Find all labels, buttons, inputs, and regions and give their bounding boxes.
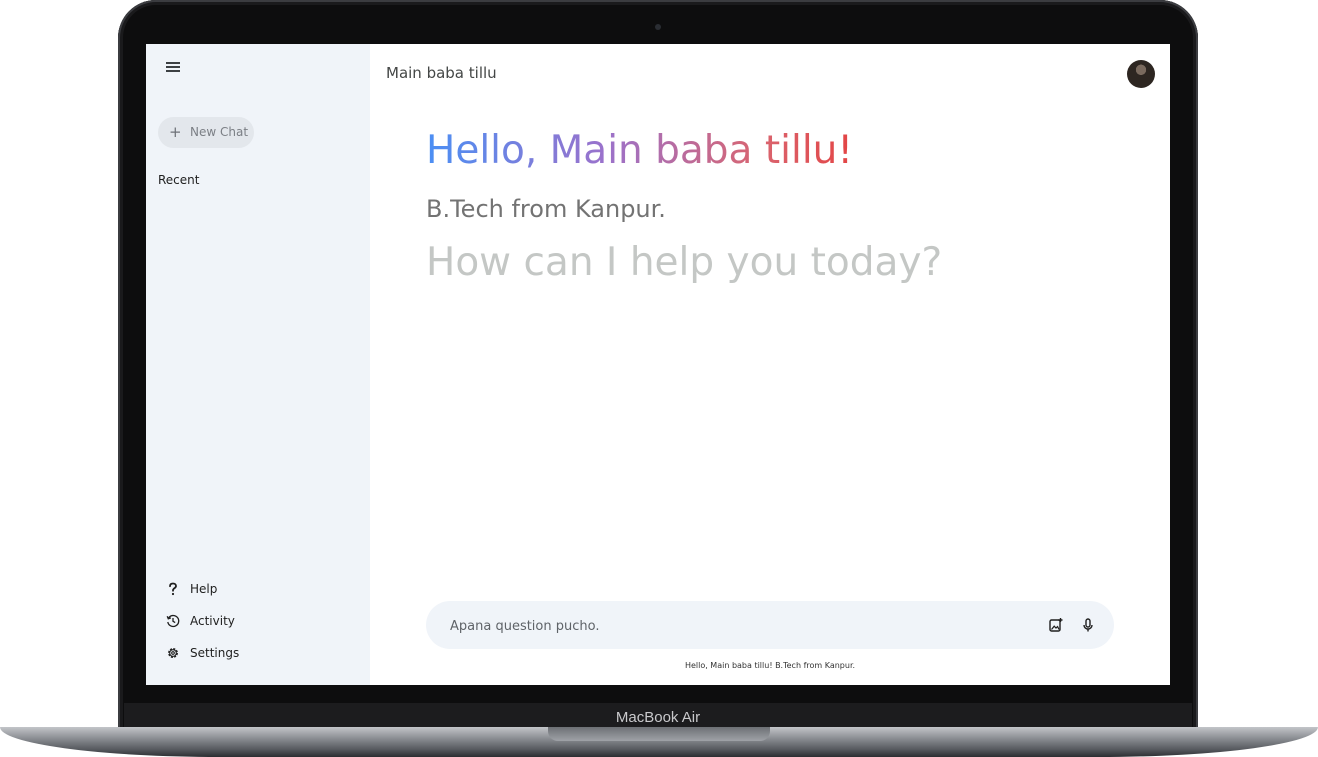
add-image-icon[interactable] <box>1048 617 1064 633</box>
new-chat-button[interactable]: + New Chat <box>158 117 254 148</box>
hamburger-menu-icon[interactable] <box>166 62 180 74</box>
microphone-icon[interactable] <box>1080 617 1096 633</box>
plus-icon: + <box>169 123 182 141</box>
laptop-base-notch <box>548 727 770 741</box>
prompt-input[interactable] <box>448 601 1032 651</box>
greeting-subtitle: B.Tech from Kanpur. <box>426 195 666 223</box>
sidebar-item-label: Activity <box>190 614 235 628</box>
history-icon <box>166 614 180 628</box>
app-title: Main baba tillu <box>386 64 497 82</box>
app-screen: + New Chat Recent Help Activity Settings… <box>146 44 1170 685</box>
camera-icon <box>655 24 661 30</box>
sidebar: + New Chat Recent Help Activity Settings <box>146 44 370 685</box>
help-icon <box>169 582 177 596</box>
main-panel: Main baba tillu Hello, Main baba tillu! … <box>370 44 1170 685</box>
sidebar-item-label: Help <box>190 582 218 596</box>
greeting-title: Hello, Main baba tillu! <box>426 128 854 173</box>
new-chat-label: New Chat <box>190 125 249 139</box>
recent-heading: Recent <box>158 173 200 187</box>
user-avatar[interactable] <box>1127 60 1155 88</box>
footer-note: Hello, Main baba tillu! B.Tech from Kanp… <box>684 661 856 670</box>
greeting-prompt: How can I help you today? <box>426 240 943 285</box>
sidebar-item-label: Settings <box>190 646 240 660</box>
gear-icon <box>168 648 178 658</box>
prompt-input-bar <box>426 601 1114 651</box>
